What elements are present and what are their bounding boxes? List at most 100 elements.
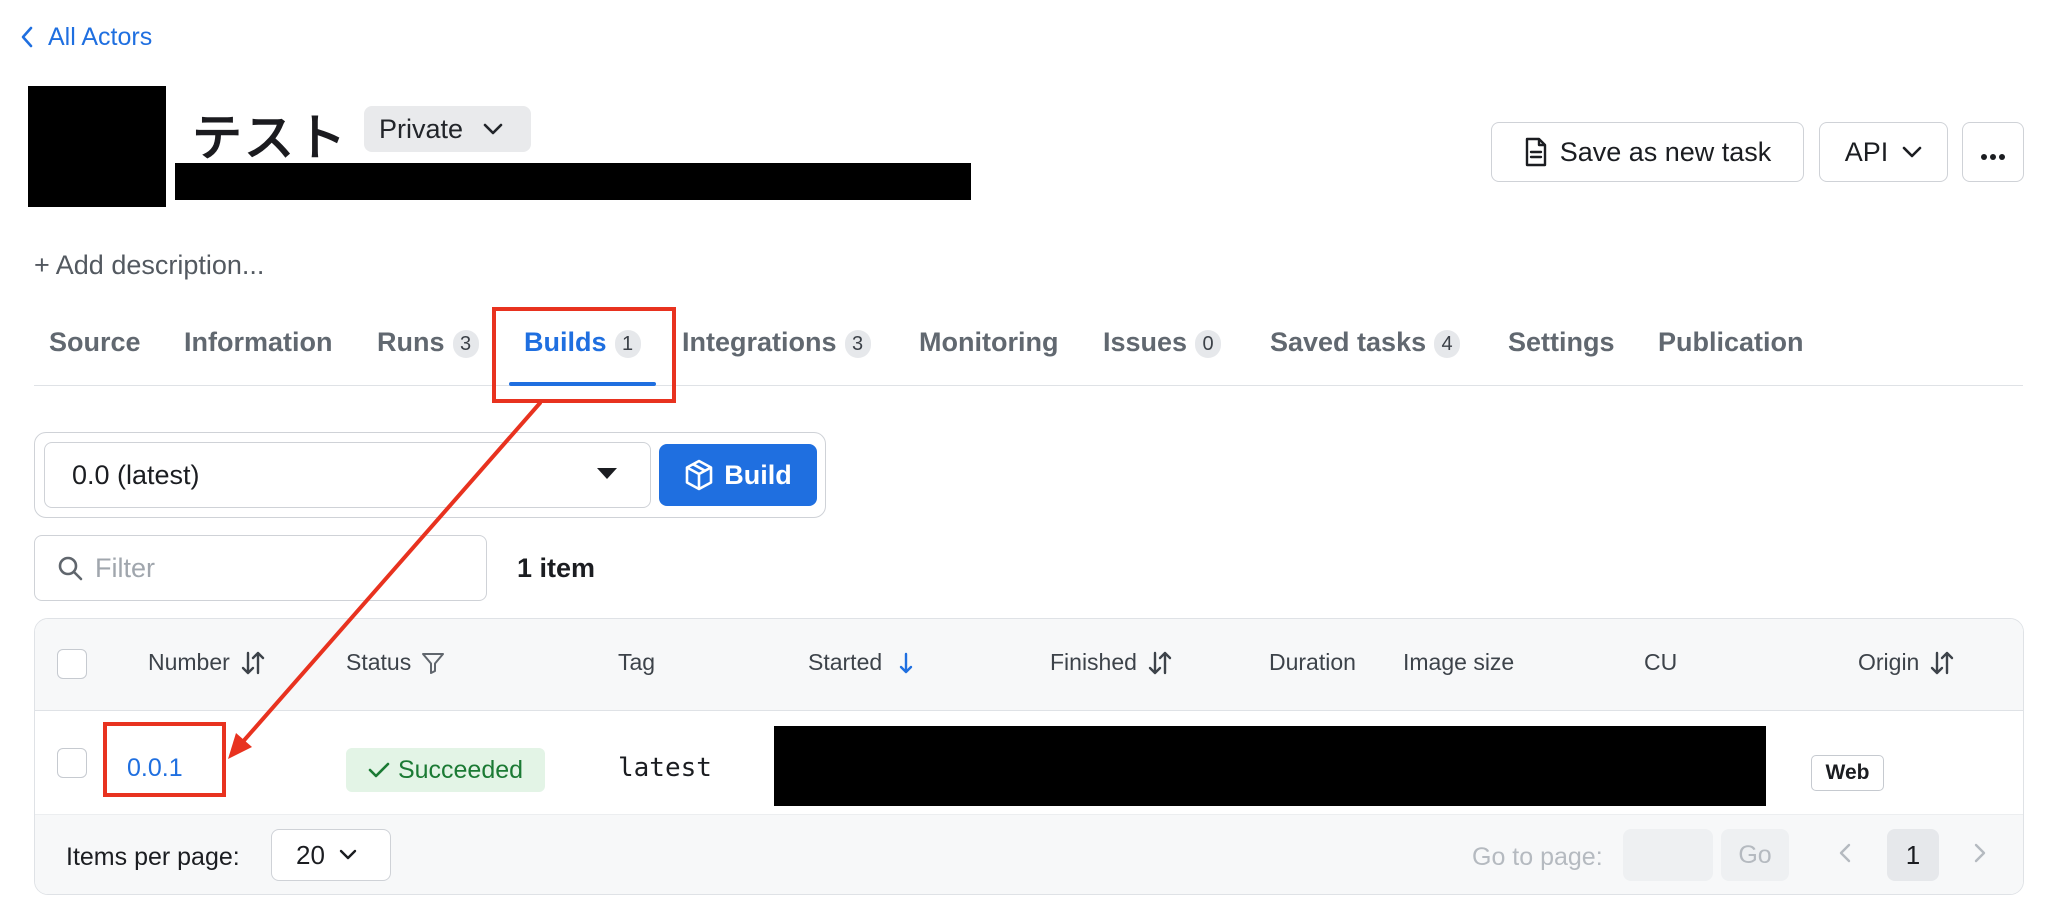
tab-source[interactable]: Source xyxy=(49,322,141,384)
tab-issues[interactable]: Issues 0 xyxy=(1103,322,1222,384)
column-label: Image size xyxy=(1403,649,1515,675)
tab-label: Runs xyxy=(377,327,445,357)
build-tag: latest xyxy=(618,753,712,783)
origin-badge: Web xyxy=(1811,755,1884,791)
go-button[interactable]: Go xyxy=(1721,829,1789,881)
tab-integrations[interactable]: Integrations 3 xyxy=(682,322,871,384)
actor-title: テスト xyxy=(192,109,348,167)
tab-count-badge: 3 xyxy=(452,330,479,358)
page-number-current[interactable]: 1 xyxy=(1887,829,1939,881)
column-duration: Duration xyxy=(1269,649,1356,676)
chevron-left-icon xyxy=(14,24,40,50)
ellipsis-icon xyxy=(1980,137,2006,168)
item-count: 1 item xyxy=(517,553,596,583)
row-checkbox[interactable] xyxy=(57,748,87,778)
tab-label: Information xyxy=(184,327,333,357)
save-task-label: Save as new task xyxy=(1559,136,1772,167)
tab-label: Issues xyxy=(1103,327,1188,357)
table-header: Number Status Tag Started Finished Durat… xyxy=(35,619,2023,711)
tab-publication[interactable]: Publication xyxy=(1658,322,1804,384)
build-label: Build xyxy=(724,459,792,490)
version-value: 0.0 (latest) xyxy=(72,459,200,490)
annotation-box-builds-tab xyxy=(492,307,676,403)
actor-subtitle-redacted xyxy=(175,163,971,200)
column-label: Started xyxy=(808,649,883,675)
sort-icon xyxy=(1147,650,1173,676)
tab-saved-tasks[interactable]: Saved tasks 4 xyxy=(1270,322,1461,384)
column-tag: Tag xyxy=(618,649,655,676)
go-to-page-label: Go to page: xyxy=(1472,843,1603,871)
tab-label: Saved tasks xyxy=(1270,327,1427,357)
annotation-box-build-number xyxy=(103,722,226,797)
tab-monitoring[interactable]: Monitoring xyxy=(919,322,1058,384)
tab-bar: Source Information Runs 3 Builds 1 Integ… xyxy=(34,322,2023,386)
row-details-redacted xyxy=(774,726,1766,806)
actor-avatar-redacted xyxy=(28,86,166,207)
tab-label: Monitoring xyxy=(919,327,1059,357)
column-started[interactable]: Started xyxy=(808,649,914,676)
filter-field[interactable] xyxy=(34,535,487,601)
table-footer: Items per page: 20 Go to page: Go 1 xyxy=(35,815,2023,894)
tab-count-badge: 0 xyxy=(1195,330,1222,358)
column-label: CU xyxy=(1644,649,1678,675)
column-label: Status xyxy=(346,649,412,675)
column-label: Duration xyxy=(1269,649,1356,675)
sort-icon xyxy=(240,650,266,676)
cube-icon xyxy=(684,459,714,491)
tab-label: Publication xyxy=(1658,327,1804,357)
back-link-label: All Actors xyxy=(48,22,153,51)
sort-icon xyxy=(1929,650,1955,676)
check-icon xyxy=(368,761,390,779)
column-finished[interactable]: Finished xyxy=(1050,649,1173,676)
save-as-new-task-button[interactable]: Save as new task xyxy=(1491,122,1804,182)
column-status[interactable]: Status xyxy=(346,649,445,676)
tab-settings[interactable]: Settings xyxy=(1508,322,1615,384)
builds-table: Number Status Tag Started Finished Durat… xyxy=(34,618,2024,895)
items-per-page-select[interactable]: 20 xyxy=(271,829,391,881)
column-label: Origin xyxy=(1858,649,1920,675)
column-label: Tag xyxy=(618,649,656,675)
items-per-page-value: 20 xyxy=(296,839,325,870)
status-badge: Succeeded xyxy=(346,748,545,792)
privacy-label: Private xyxy=(379,113,464,144)
column-origin[interactable]: Origin xyxy=(1858,649,1955,676)
column-image-size: Image size xyxy=(1403,649,1514,676)
table-row[interactable]: 0.0.1 Succeeded latest Web xyxy=(35,711,2023,815)
api-dropdown-button[interactable]: API xyxy=(1819,122,1948,182)
privacy-dropdown[interactable]: Private xyxy=(364,106,531,152)
tab-runs[interactable]: Runs 3 xyxy=(377,322,479,384)
tab-information[interactable]: Information xyxy=(184,322,333,384)
previous-page-button[interactable] xyxy=(1830,837,1860,873)
items-per-page-label: Items per page: xyxy=(66,843,240,871)
next-page-button[interactable] xyxy=(1965,837,1995,873)
caret-down-icon xyxy=(597,468,617,479)
version-select[interactable]: 0.0 (latest) xyxy=(44,442,651,508)
column-cu: CU xyxy=(1644,649,1677,676)
tab-label: Settings xyxy=(1508,327,1615,357)
tab-label: Integrations xyxy=(682,327,837,357)
select-all-checkbox[interactable] xyxy=(57,649,87,679)
document-icon xyxy=(1524,137,1548,167)
filter-input[interactable] xyxy=(95,552,455,584)
go-to-page-input[interactable] xyxy=(1623,829,1713,881)
chevron-down-icon xyxy=(1902,146,1922,158)
chevron-down-icon xyxy=(339,849,357,861)
add-description-link[interactable]: + Add description... xyxy=(34,250,264,281)
status-label: Succeeded xyxy=(397,755,524,784)
back-link-all-actors[interactable]: All Actors xyxy=(14,22,152,52)
tab-count-badge: 4 xyxy=(1434,330,1461,358)
search-icon xyxy=(57,555,83,581)
tab-count-badge: 3 xyxy=(844,330,871,358)
build-button[interactable]: Build xyxy=(659,444,817,506)
column-number[interactable]: Number xyxy=(148,649,266,676)
chevron-down-icon xyxy=(483,123,503,135)
chevron-left-icon xyxy=(1839,843,1851,868)
tab-label: Source xyxy=(49,327,141,357)
column-label: Number xyxy=(148,649,230,675)
api-label: API xyxy=(1844,136,1889,167)
funnel-icon xyxy=(421,651,445,675)
column-label: Finished xyxy=(1050,649,1137,675)
arrow-down-icon xyxy=(898,651,914,675)
chevron-right-icon xyxy=(1974,843,1986,868)
more-actions-button[interactable] xyxy=(1962,122,2024,182)
